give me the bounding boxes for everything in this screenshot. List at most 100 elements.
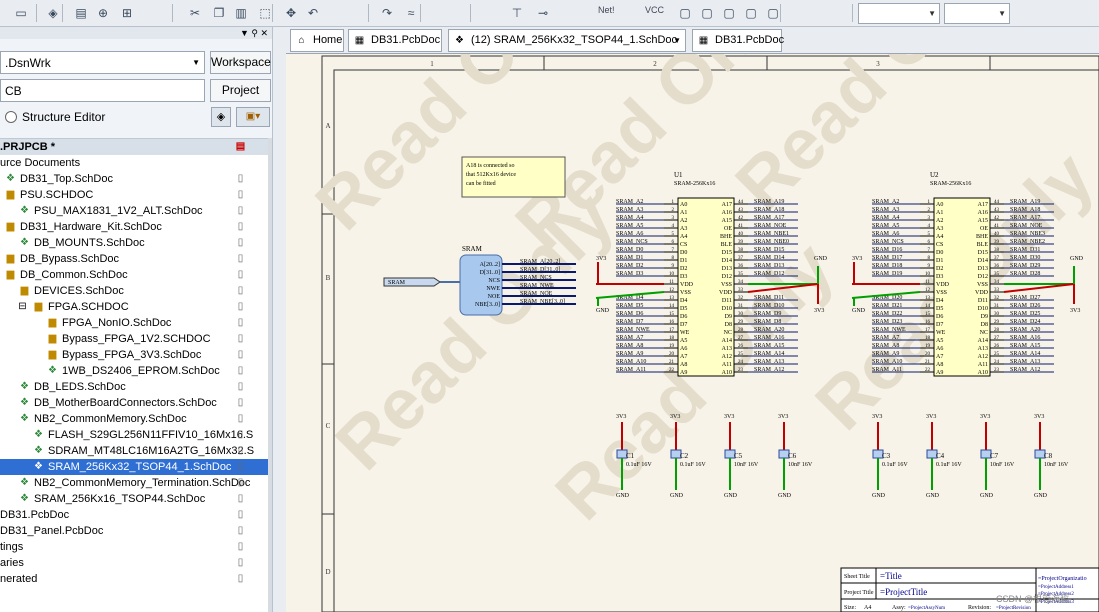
document-icon: ▯ [237,525,244,536]
move-icon[interactable]: ✥ [282,4,300,22]
schematic-doc-icon: ❖ [48,365,57,376]
tree-item[interactable]: ❖ DB31_Top.SchDoc ▯ [0,171,268,187]
port-icon[interactable]: ⊸ [534,4,552,22]
zoom-combo[interactable]: ▼ [858,3,940,24]
tab-label: Home [313,34,343,46]
tree-item[interactable]: ❖ DB_LEDS.SchDoc ▯ [0,379,268,395]
main-toolbar: ▭ ◈ ▤ ⊕ ⊞ ✂ ❐ ▥ ⬚ ✥ ↶ ↷ ≈ ⊤ ⊸ Net! VCC ▢ ▢ ▢ ▢ ▢ ▼ ▼ [0,0,1099,27]
pcb-icon: ▦ [698,35,709,46]
tab-document[interactable]: ▦ DB31.PcbDoc [348,29,442,52]
cut-icon[interactable]: ✂ [186,4,204,22]
net-label-tool[interactable]: Net! [598,5,615,15]
tree-item[interactable]: ▆ Bypass_FPGA_1V2.SCHDOC ▯ [0,331,268,347]
tree-item[interactable]: ❖ PSU_MAX1831_1V2_ALT.SchDoc ▯ [0,203,268,219]
tree-item[interactable]: ❖ DB_MotherBoardConnectors.SchDoc ▯ [0,395,268,411]
pin-name: A16 [978,210,988,216]
panel-splitter[interactable] [272,27,286,612]
collapse-icon[interactable]: ⊟ [16,301,29,313]
tree-item[interactable]: ❖ DB_MOUNTS.SchDoc ▯ [0,235,268,251]
pin-name: A14 [978,338,988,344]
tree-item[interactable]: ❖ SDRAM_MT48LC16M16A2TG_16Mx32.S ▯ [0,443,268,459]
tree-item-label: DB_MOUNTS.SchDoc [34,237,145,249]
tree-item-label: SRAM_256Kx16_TSOP44.SchDoc [34,493,206,505]
tree-item[interactable]: ▆ DB_Bypass.SchDoc ▯ [0,251,268,267]
title-block-value: =ProjectTitle [880,587,927,597]
tree-item[interactable]: ▆ PSU.SCHDOC ▯ [0,187,268,203]
tree-item[interactable]: aries ▯ [0,555,268,571]
tree-item[interactable]: DB31.PcbDoc ▯ [0,507,268,523]
pin-name: D1 [936,258,943,264]
vcc-port-tool[interactable]: VCC [645,5,664,15]
zoom-icon[interactable]: ⊕ [94,4,112,22]
toolbar-separator [62,4,63,22]
arrow-icon[interactable]: ▢ [764,4,782,22]
tab-document[interactable]: ❖ (12) SRAM_256Kx32_TSOP44_1.SchDoc ▼ [448,29,686,52]
document-icon: ▯ [237,541,244,552]
wire-icon[interactable]: ≈ [402,4,420,22]
folder-icon: ▆ [6,221,15,232]
capacitor-value: 0.1uF 16V [626,462,652,468]
net-label: SRAM_A5 [872,223,899,229]
bus-icon[interactable]: ⊤ [508,4,526,22]
tree-item[interactable]: DB31_Panel.PcbDoc ▯ [0,523,268,539]
paste-icon[interactable]: ▥ [232,4,250,22]
sheet-icon[interactable]: ▢ [720,4,738,22]
tree-item[interactable]: ❖ SRAM_256Kx32_TSOP44_1.SchDoc ▯ [0,459,268,475]
capacitor-value: 10nF 16V [1044,462,1069,468]
pin-name: D5 [680,306,687,312]
tree-item[interactable]: urce Documents [0,155,268,171]
tree-item[interactable]: ▆ Bypass_FPGA_3V3.SchDoc ▯ [0,347,268,363]
net-label: SRAM_D25 [1010,311,1040,317]
folder-icon[interactable]: ▭ [12,4,30,22]
tree-item[interactable]: ▆ FPGA_NonIO.SchDoc ▯ [0,315,268,331]
tree-item[interactable]: ❖ SRAM_256Kx16_TSOP44.SchDoc ▯ [0,491,268,507]
project-button[interactable]: Project [210,79,271,102]
schematic-doc-icon: ❖ [20,493,29,504]
net-label: SRAM_D22 [872,311,902,317]
schematic-doc-icon: ❖ [20,397,29,408]
tree-item-label: 1WB_DS2406_EPROM.SchDoc [62,365,220,377]
pin-name: A6 [936,346,943,352]
project-options-icon[interactable]: ◈ [211,107,231,127]
tree-item[interactable]: ❖ NB2_CommonMemory_Termination.SchDoc ▯ [0,475,268,491]
save-icon[interactable]: ◈ [44,4,62,22]
tree-item[interactable]: ❖ 1WB_DS2406_EPROM.SchDoc ▯ [0,363,268,379]
tree-item[interactable]: ▆ DB31_Hardware_Kit.SchDoc ▯ [0,219,268,235]
undo-icon[interactable]: ↶ [304,4,322,22]
toolbar-separator [420,4,421,22]
document-icon: ▯ [237,173,244,184]
tree-item[interactable]: .PRJPCB * ▤ [0,139,268,155]
note-line: A18 is connected so [466,163,515,169]
print-icon[interactable]: ▤ [72,4,90,22]
workspace-field[interactable]: .DsnWrk ▼ [0,51,205,74]
tab-document[interactable]: ▦ DB31.PcbDoc [692,29,784,52]
component-icon[interactable]: ▢ [698,4,716,22]
tree-item-label: tings [0,541,24,553]
tree-item[interactable]: ▆ ⊟ FPGA.SCHDOC ▯ [0,299,268,315]
filter-combo[interactable]: ▼ [944,3,1010,24]
power-port-label: 3V3 [814,308,824,314]
zoom-fit-icon[interactable]: ⊞ [118,4,136,22]
tree-item[interactable]: ❖ FLASH_S29GL256N11FFIV10_16Mx16.S ▯ [0,427,268,443]
tree-item[interactable]: nerated ▯ [0,571,268,587]
net-label: SRAM_NOE [520,291,553,297]
pin-name: D7 [680,322,687,328]
tree-item[interactable]: ❖ NB2_CommonMemory.SchDoc ▯ [0,411,268,427]
pin-name: D12 [722,274,732,280]
copy-icon[interactable]: ❐ [210,4,228,22]
tree-item[interactable]: ▆ DB_Common.SchDoc ▯ [0,267,268,283]
net-label: SRAM_A2 [616,199,643,205]
tab-document[interactable]: ⌂ Home [290,29,344,52]
power-icon[interactable]: ▢ [676,4,694,22]
panel-pin-bar[interactable]: ▼ ⚲ ✕ [0,27,272,39]
workspace-button[interactable]: Workspace [210,51,271,74]
document-icon: ▯ [237,365,244,376]
schematic-canvas[interactable]: 1 2 3 A B C D Read Only Read Only Read Only Read O… [286,54,1099,612]
folder-menu-icon[interactable]: ▣▾ [236,107,270,127]
project-field[interactable]: CB [0,79,205,102]
tree-item[interactable]: tings ▯ [0,539,268,555]
redo-icon[interactable]: ↷ [378,4,396,22]
harness-icon[interactable]: ▢ [742,4,760,22]
tree-item[interactable]: ▆ DEVICES.SchDoc ▯ [0,283,268,299]
structure-editor-radio[interactable] [5,111,17,123]
